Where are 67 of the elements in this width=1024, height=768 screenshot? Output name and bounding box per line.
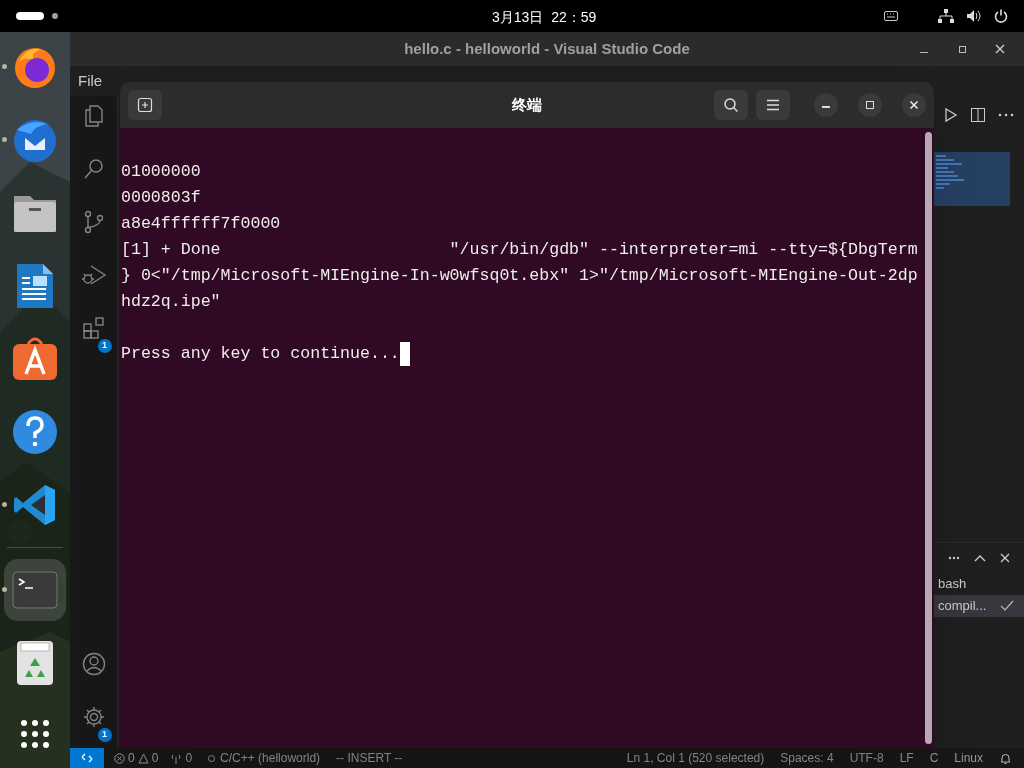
status-item[interactable]: Spaces: 4 <box>780 749 834 767</box>
terminal-prompt: Press any key to continue... <box>121 343 400 365</box>
split-editor-icon[interactable] <box>970 107 986 123</box>
store-icon <box>12 336 58 382</box>
terminal-output-line: a8e4ffffff7f0000 <box>121 213 281 235</box>
terminal-icon <box>12 571 58 609</box>
keyboard-icon[interactable] <box>884 11 898 21</box>
close-button[interactable] <box>902 93 926 117</box>
error-count[interactable]: 0 <box>128 749 135 767</box>
minimize-button[interactable] <box>814 93 838 117</box>
remote-icon <box>81 752 93 764</box>
terminal-output-line: } 0<"/tmp/Microsoft-MIEngine-In-w0wfsq0t.ebx" 1>"/tmp/Microsoft-MIEngine-Out-2dp <box>121 265 918 287</box>
code-editor-icon <box>13 483 57 527</box>
mode-indicator[interactable]: -- INSERT -- <box>336 749 403 767</box>
warning-count[interactable]: 0 <box>151 749 159 767</box>
trash-icon <box>16 640 54 686</box>
status-item[interactable]: Ln 1, Col 1 (520 selected) <box>626 749 765 767</box>
document-icon <box>15 262 55 310</box>
bell-icon <box>999 751 1012 765</box>
status-item[interactable]: UTF-8 <box>849 749 884 767</box>
check-icon <box>1000 600 1014 612</box>
status-item[interactable]: C <box>929 749 939 767</box>
run-icon[interactable] <box>944 107 958 123</box>
run-debug-icon[interactable] <box>80 263 107 287</box>
menu-icon <box>766 99 780 111</box>
account-icon[interactable] <box>81 652 106 676</box>
maximize-button[interactable] <box>858 93 882 117</box>
notification-badge: 1 <box>97 728 112 742</box>
app-grid-icon[interactable] <box>19 718 51 750</box>
terminal-list-item[interactable]: compil... <box>934 595 1024 617</box>
maximize-panel-icon[interactable] <box>974 554 986 562</box>
close-icon <box>909 100 919 110</box>
power-icon[interactable] <box>994 9 1008 23</box>
menu-button[interactable] <box>756 90 790 120</box>
terminal-list-item[interactable]: bash <box>934 573 1024 595</box>
warning-icon <box>137 752 149 764</box>
more-icon[interactable] <box>948 556 960 560</box>
status-item[interactable]: Linux <box>954 749 983 767</box>
plus-icon <box>137 97 153 113</box>
text-cursor <box>399 342 410 366</box>
search-button[interactable] <box>714 90 748 120</box>
search-icon[interactable] <box>81 157 106 181</box>
terminal-output-line: 0000803f <box>121 187 201 209</box>
terminal-output-line: [1] + Done "/usr/bin/gdb" --interpreter=mi --tty=${DbgTerm <box>121 239 918 261</box>
port-count[interactable]: 0 <box>185 749 193 767</box>
settings-icon[interactable] <box>81 705 106 729</box>
terminal-output-line: hdz2q.ipe" <box>121 291 221 313</box>
terminal-output-line: 01000000 <box>121 161 201 183</box>
close-icon[interactable] <box>1000 553 1010 563</box>
extensions-icon[interactable] <box>81 316 106 340</box>
more-icon[interactable] <box>998 113 1014 117</box>
status-item[interactable]: LF <box>899 749 914 767</box>
workspace-indicator[interactable] <box>16 12 44 20</box>
clock[interactable]: 3月13日 22：59 <box>492 7 597 27</box>
notification-badge: 1 <box>97 339 112 353</box>
new-tab-button[interactable] <box>128 90 162 120</box>
antenna-icon <box>170 752 183 764</box>
network-icon[interactable] <box>938 9 954 23</box>
error-icon <box>114 752 125 764</box>
terminal-title: 终端 <box>512 94 542 115</box>
workspace-indicator[interactable] <box>52 13 58 19</box>
volume-icon[interactable] <box>966 9 982 23</box>
menu-item[interactable]: File <box>76 69 105 93</box>
search-icon <box>723 97 739 113</box>
project-label[interactable]: C/C++ (helloworld) <box>220 749 321 767</box>
help-icon <box>12 409 58 455</box>
window-title: hello.c - helloworld - Visual Studio Code <box>404 38 690 59</box>
